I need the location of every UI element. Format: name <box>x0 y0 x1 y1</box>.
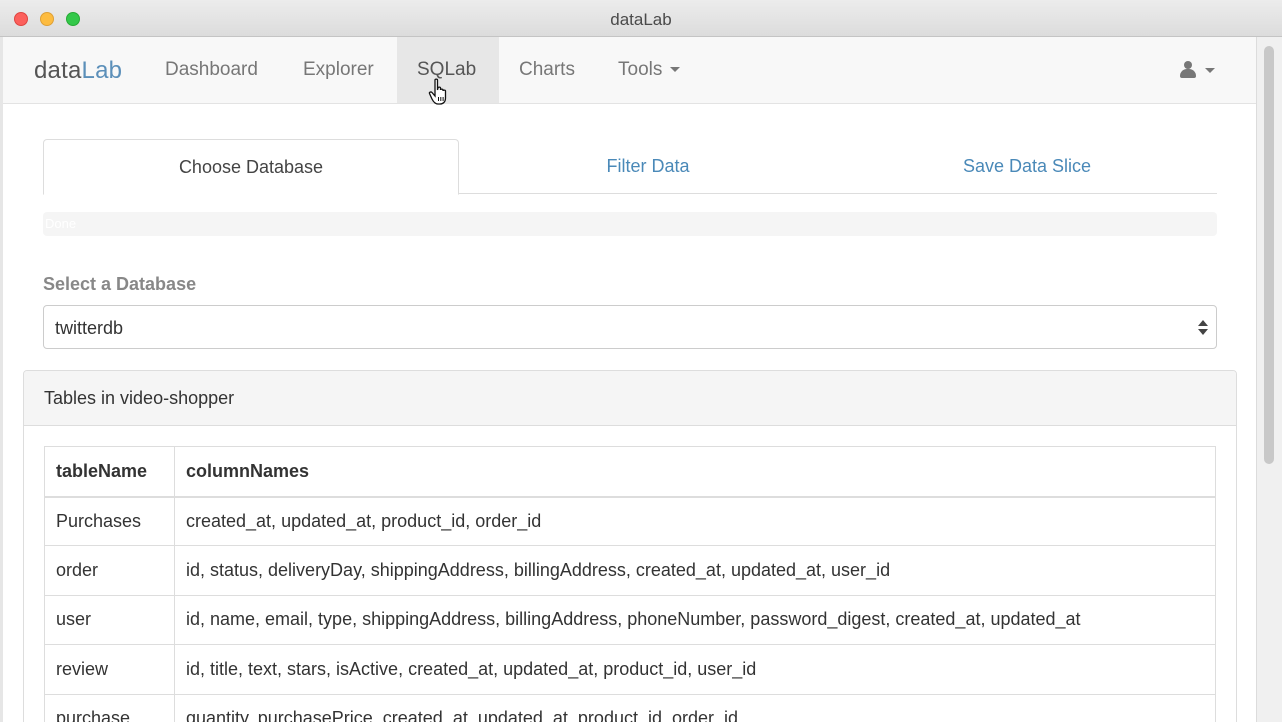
nav-explorer[interactable]: Explorer <box>283 37 394 103</box>
panel-heading: Tables in video-shopper <box>24 371 1236 426</box>
select-database-label: Select a Database <box>43 274 197 294</box>
top-navbar: dataLab Dashboard Explorer SQLab Charts … <box>3 37 1256 104</box>
brand-text-lab: Lab <box>81 57 123 84</box>
nav-tools-label: Tools <box>618 59 663 80</box>
cell-column-names: id, name, email, type, shippingAddress, … <box>174 594 1216 646</box>
database-select-value: twitterdb <box>55 318 124 338</box>
chevron-down-icon <box>1205 68 1215 73</box>
table-row: purchase quantity, purchasePrice, create… <box>44 693 1216 722</box>
cell-table-name: user <box>44 594 175 646</box>
user-icon <box>1180 61 1196 79</box>
cell-column-names: created_at, updated_at, product_id, orde… <box>174 495 1216 547</box>
brand-text-data: data <box>34 57 82 84</box>
table-row: review id, title, text, stars, isActive,… <box>44 644 1216 695</box>
progress-bar: Done <box>43 212 1217 236</box>
window-left-edge <box>0 37 3 722</box>
nav-dashboard[interactable]: Dashboard <box>145 37 278 103</box>
progress-text: Done <box>45 216 77 231</box>
cell-table-name: Purchases <box>44 495 175 547</box>
column-header-columnnames: columnNames <box>174 446 1216 498</box>
pointer-hand-cursor-icon <box>428 78 447 105</box>
cell-table-name: order <box>44 545 175 596</box>
scrollbar-thumb[interactable] <box>1264 46 1274 464</box>
nav-tools-dropdown[interactable]: Tools <box>598 37 700 103</box>
user-menu-dropdown[interactable] <box>1171 37 1231 103</box>
brand-logo[interactable]: dataLab <box>34 57 122 85</box>
cell-column-names: id, status, deliveryDay, shippingAddress… <box>174 545 1216 596</box>
table-header-row: tableName columnNames <box>44 446 1216 498</box>
nav-charts[interactable]: Charts <box>499 37 595 103</box>
tables-panel: Tables in video-shopper tableName column… <box>23 370 1237 722</box>
tables-table: tableName columnNames Purchases created_… <box>44 446 1216 722</box>
database-select[interactable]: twitterdb <box>43 305 1217 349</box>
chevron-down-icon <box>670 67 681 73</box>
table-row: user id, name, email, type, shippingAddr… <box>44 594 1216 646</box>
cell-table-name: purchase <box>44 693 175 722</box>
cell-table-name: review <box>44 644 175 695</box>
tab-choose-database[interactable]: Choose Database <box>43 139 459 195</box>
select-arrows-icon <box>1198 320 1208 336</box>
wizard-tabs: Choose Database Filter Data Save Data Sl… <box>43 139 1217 195</box>
panel-title: Tables in video-shopper <box>44 388 235 408</box>
tab-filter-data[interactable]: Filter Data <box>459 139 837 194</box>
cell-column-names: id, title, text, stars, isActive, create… <box>174 644 1216 695</box>
window-title: dataLab <box>610 10 672 29</box>
table-row: Purchases created_at, updated_at, produc… <box>44 495 1216 547</box>
tab-save-data-slice[interactable]: Save Data Slice <box>837 139 1217 194</box>
cell-column-names: quantity, purchasePrice, created_at, upd… <box>174 693 1216 722</box>
window-titlebar: dataLab <box>0 0 1282 37</box>
table-row: order id, status, deliveryDay, shippingA… <box>44 545 1216 596</box>
column-header-tablename: tableName <box>44 446 175 498</box>
